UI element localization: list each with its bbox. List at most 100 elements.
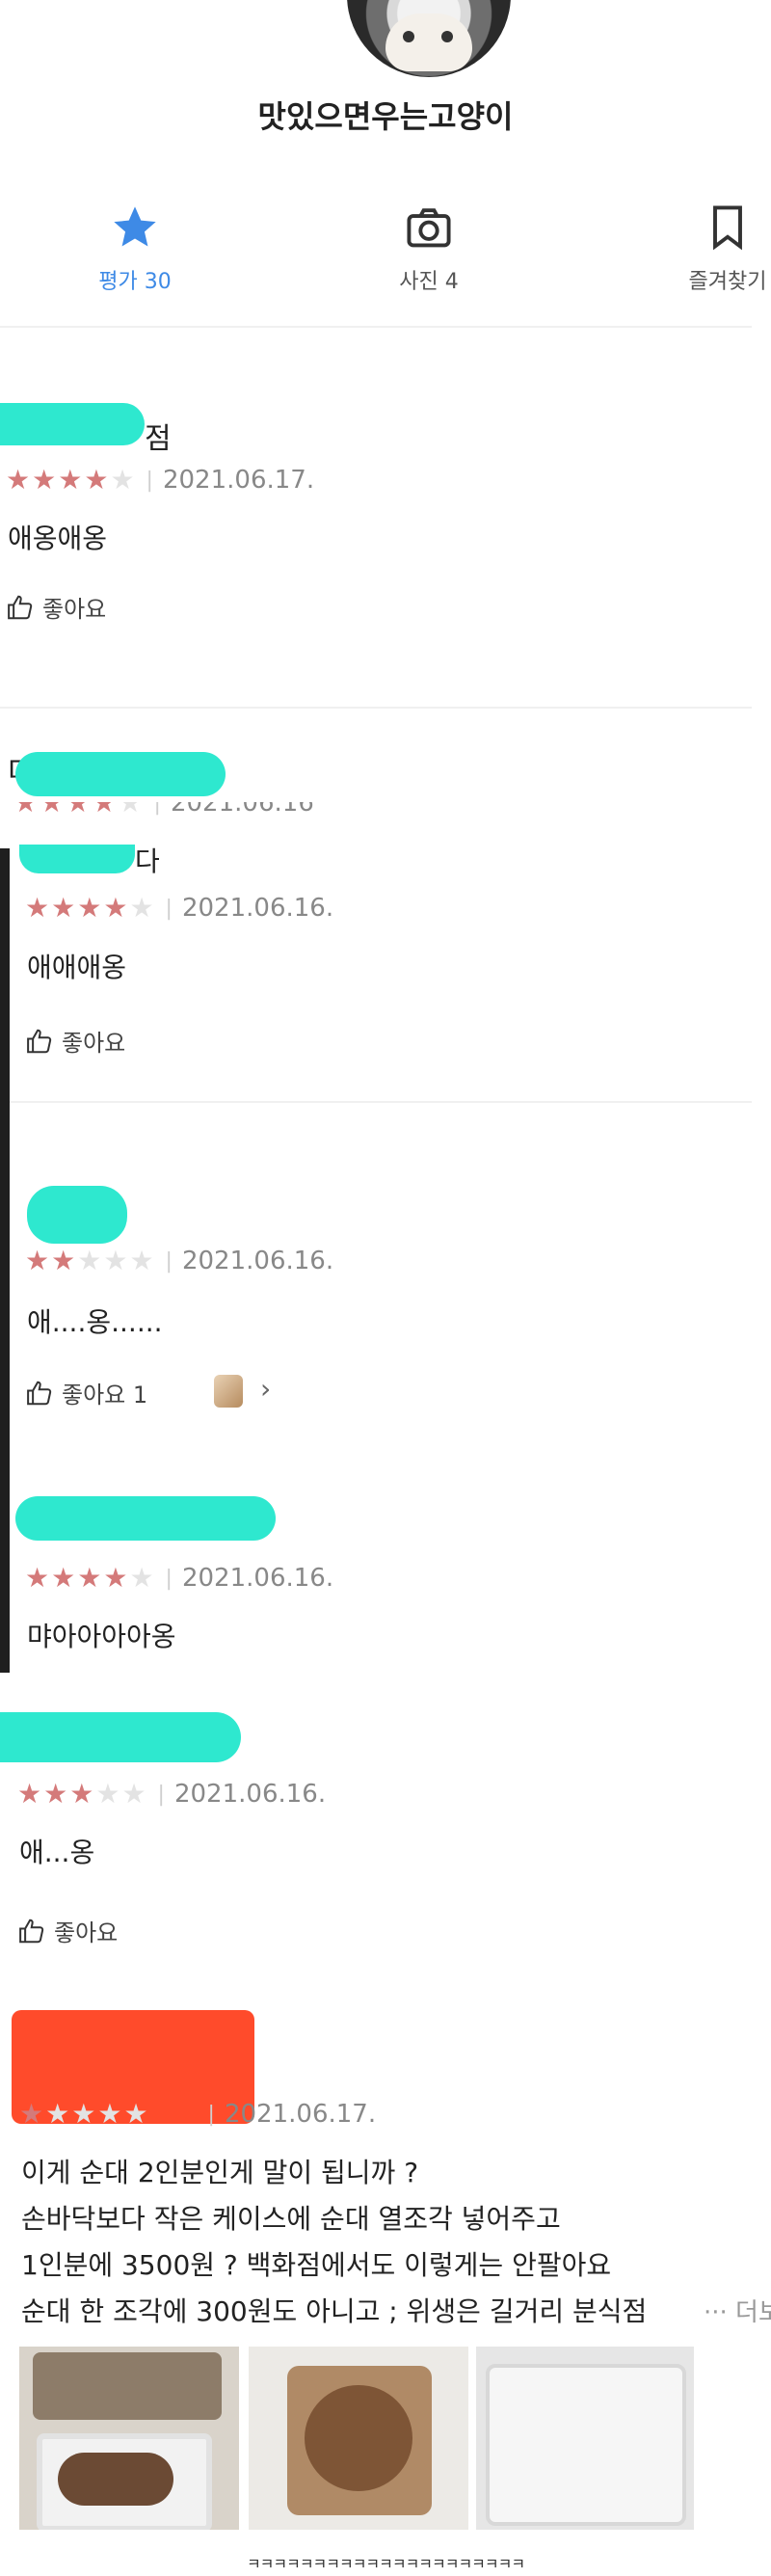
like-label: 좋아요 <box>62 1030 126 1057</box>
tab-bookmarks-label: 즐겨찾기 <box>688 270 767 294</box>
star-icon: ★ <box>32 464 59 496</box>
review-date: 2021.06.16. <box>181 894 334 923</box>
rating-stars: ★ ★ ★ ★ ★ <box>25 1248 156 1275</box>
rating-stars: ★ ★ ★ ★ ★ <box>19 2101 150 2128</box>
star-icon: ★ <box>77 1562 104 1594</box>
separator: | <box>146 468 153 493</box>
like-button[interactable]: 좋아요 1 <box>25 1376 147 1409</box>
review-date: 2021.06.17. <box>224 2100 377 2129</box>
footer-caption: ㅋㅋㅋㅋㅋㅋㅋㅋㅋㅋㅋㅋㅋㅋㅋㅋㅋㅋㅋㅋㅋ <box>246 2555 525 2573</box>
rating-stars: ★ ★ ★ ★ ★ <box>25 1565 156 1592</box>
like-button[interactable]: 좋아요 <box>17 1914 118 1947</box>
review-photo[interactable] <box>249 2347 468 2530</box>
avatar <box>347 0 511 77</box>
star-icon: ★ <box>71 2098 98 2130</box>
star-icon: ★ <box>97 2098 124 2130</box>
star-icon: ★ <box>77 1245 104 1276</box>
chevron-right-icon[interactable]: › <box>260 1373 271 1405</box>
like-button[interactable]: 좋아요 <box>25 1024 125 1058</box>
review-author-fragment: 다 <box>135 845 160 877</box>
review-comment: 애....옹...... <box>27 1306 163 1338</box>
review-name-redaction <box>27 1186 127 1244</box>
star-icon: ★ <box>45 2098 72 2130</box>
review-rating-row: ★ ★ ★ ★ ★ | 2021.06.16. <box>25 1564 333 1593</box>
like-button[interactable]: 좋아요 <box>6 590 106 624</box>
review-photo[interactable] <box>19 2347 239 2530</box>
rating-stars: ★ ★ ★ ★ ★ <box>17 1781 148 1808</box>
star-icon: ★ <box>25 1562 52 1594</box>
review-divider <box>10 1101 752 1103</box>
like-label: 좋아요 <box>54 1919 119 1946</box>
review-divider <box>0 707 752 709</box>
thumbs-up-icon <box>27 1381 52 1405</box>
review-date-cut: 2021.06.16 <box>171 802 314 816</box>
review-photo[interactable] <box>476 2347 694 2530</box>
review-name-redaction <box>0 1712 241 1762</box>
more-link[interactable]: ··· 더보 <box>704 2293 771 2328</box>
star-icon: ★ <box>129 1245 156 1276</box>
star-icon: ★ <box>129 1562 156 1594</box>
left-edge-bar <box>0 848 10 1673</box>
review-comment: 먀아아아아옹 <box>27 1621 176 1652</box>
rating-stars: ★ ★ ★ ★ ★ <box>6 467 137 494</box>
star-icon: ★ <box>77 892 104 924</box>
star-icon: ★ <box>103 892 130 924</box>
star-icon: ★ <box>103 1562 130 1594</box>
thumbs-up-icon <box>27 1029 52 1053</box>
review-comment-line: 이게 순대 2인분인게 말이 됩니까 ? <box>21 2157 419 2188</box>
star-icon: ★ <box>69 1778 96 1810</box>
star-icon: ★ <box>6 464 33 496</box>
review-rating-row: ★ ★ ★ ★ ★ | 2021.06.17. <box>19 2100 376 2129</box>
review-comment: 애애애옹 <box>27 952 127 983</box>
profile-username: 맛있으면우는고양이 <box>257 98 514 135</box>
star-icon: ★ <box>58 464 85 496</box>
star-icon: ★ <box>103 1245 130 1276</box>
star-icon <box>114 206 156 247</box>
review-comment: 애...옹 <box>19 1837 95 1868</box>
star-icon: ★ <box>25 892 52 924</box>
separator: | <box>165 896 173 921</box>
star-icon: ★ <box>129 892 156 924</box>
star-icon: ★ <box>121 1778 148 1810</box>
star-icon: ★ <box>51 1245 78 1276</box>
liker-avatar[interactable] <box>214 1375 243 1408</box>
star-icon: ★ <box>19 2098 46 2130</box>
thumbs-up-icon <box>19 1919 44 1943</box>
tab-photos[interactable]: 사진 4 <box>352 202 506 299</box>
review-rating-row: ★ ★ ★ ★ ★ | 2021.06.17. <box>6 466 314 495</box>
review-author-fragment: 점 <box>145 422 172 456</box>
tab-bookmarks[interactable]: 즐겨찾기 <box>665 202 771 299</box>
review-date: 2021.06.16. <box>181 1247 334 1275</box>
review-name-redaction <box>15 752 226 796</box>
star-icon: ★ <box>17 1778 44 1810</box>
review-name-redaction <box>19 845 135 873</box>
like-label: 좋아요 1 <box>62 1382 148 1409</box>
separator: | <box>165 1248 173 1274</box>
review-rating-row: ★ ★ ★ ★ ★ | 2021.06.16. <box>25 1247 333 1275</box>
separator: | <box>165 1566 173 1591</box>
tabs-divider <box>0 326 752 328</box>
review-comment-line: 손바닥보다 작은 케이스에 순대 열조각 넣어주고 <box>21 2203 561 2235</box>
star-icon: ★ <box>84 464 111 496</box>
like-label: 좋아요 <box>42 596 107 623</box>
star-icon: ★ <box>51 892 78 924</box>
separator: | <box>157 1782 165 1807</box>
tab-photos-label: 사진 4 <box>399 270 459 294</box>
separator: | <box>207 2102 215 2127</box>
tab-ratings[interactable]: 평가 30 <box>58 202 212 299</box>
review-date: 2021.06.16. <box>173 1780 327 1809</box>
rating-stars: ★ ★ ★ ★ ★ <box>25 895 156 922</box>
star-icon: ★ <box>25 1245 52 1276</box>
review-comment: 애옹애옹 <box>8 523 108 554</box>
review-date: 2021.06.16. <box>181 1564 334 1593</box>
camera-icon <box>407 208 451 248</box>
review-comment-line: 1인분에 3500원 ? 백화점에서도 이렇게는 안팔아요 <box>21 2249 612 2281</box>
star-icon: ★ <box>95 1778 122 1810</box>
review-name-redaction <box>0 403 145 445</box>
tab-ratings-label: 평가 30 <box>98 270 172 294</box>
star-icon: ★ <box>123 2098 150 2130</box>
thumbs-up-icon <box>8 595 33 619</box>
review-comment-line: 순대 한 조각에 300원도 아니고 ; 위생은 길거리 분식점 <box>21 2295 648 2327</box>
review-name-redaction <box>15 1496 276 1541</box>
star-icon: ★ <box>43 1778 70 1810</box>
